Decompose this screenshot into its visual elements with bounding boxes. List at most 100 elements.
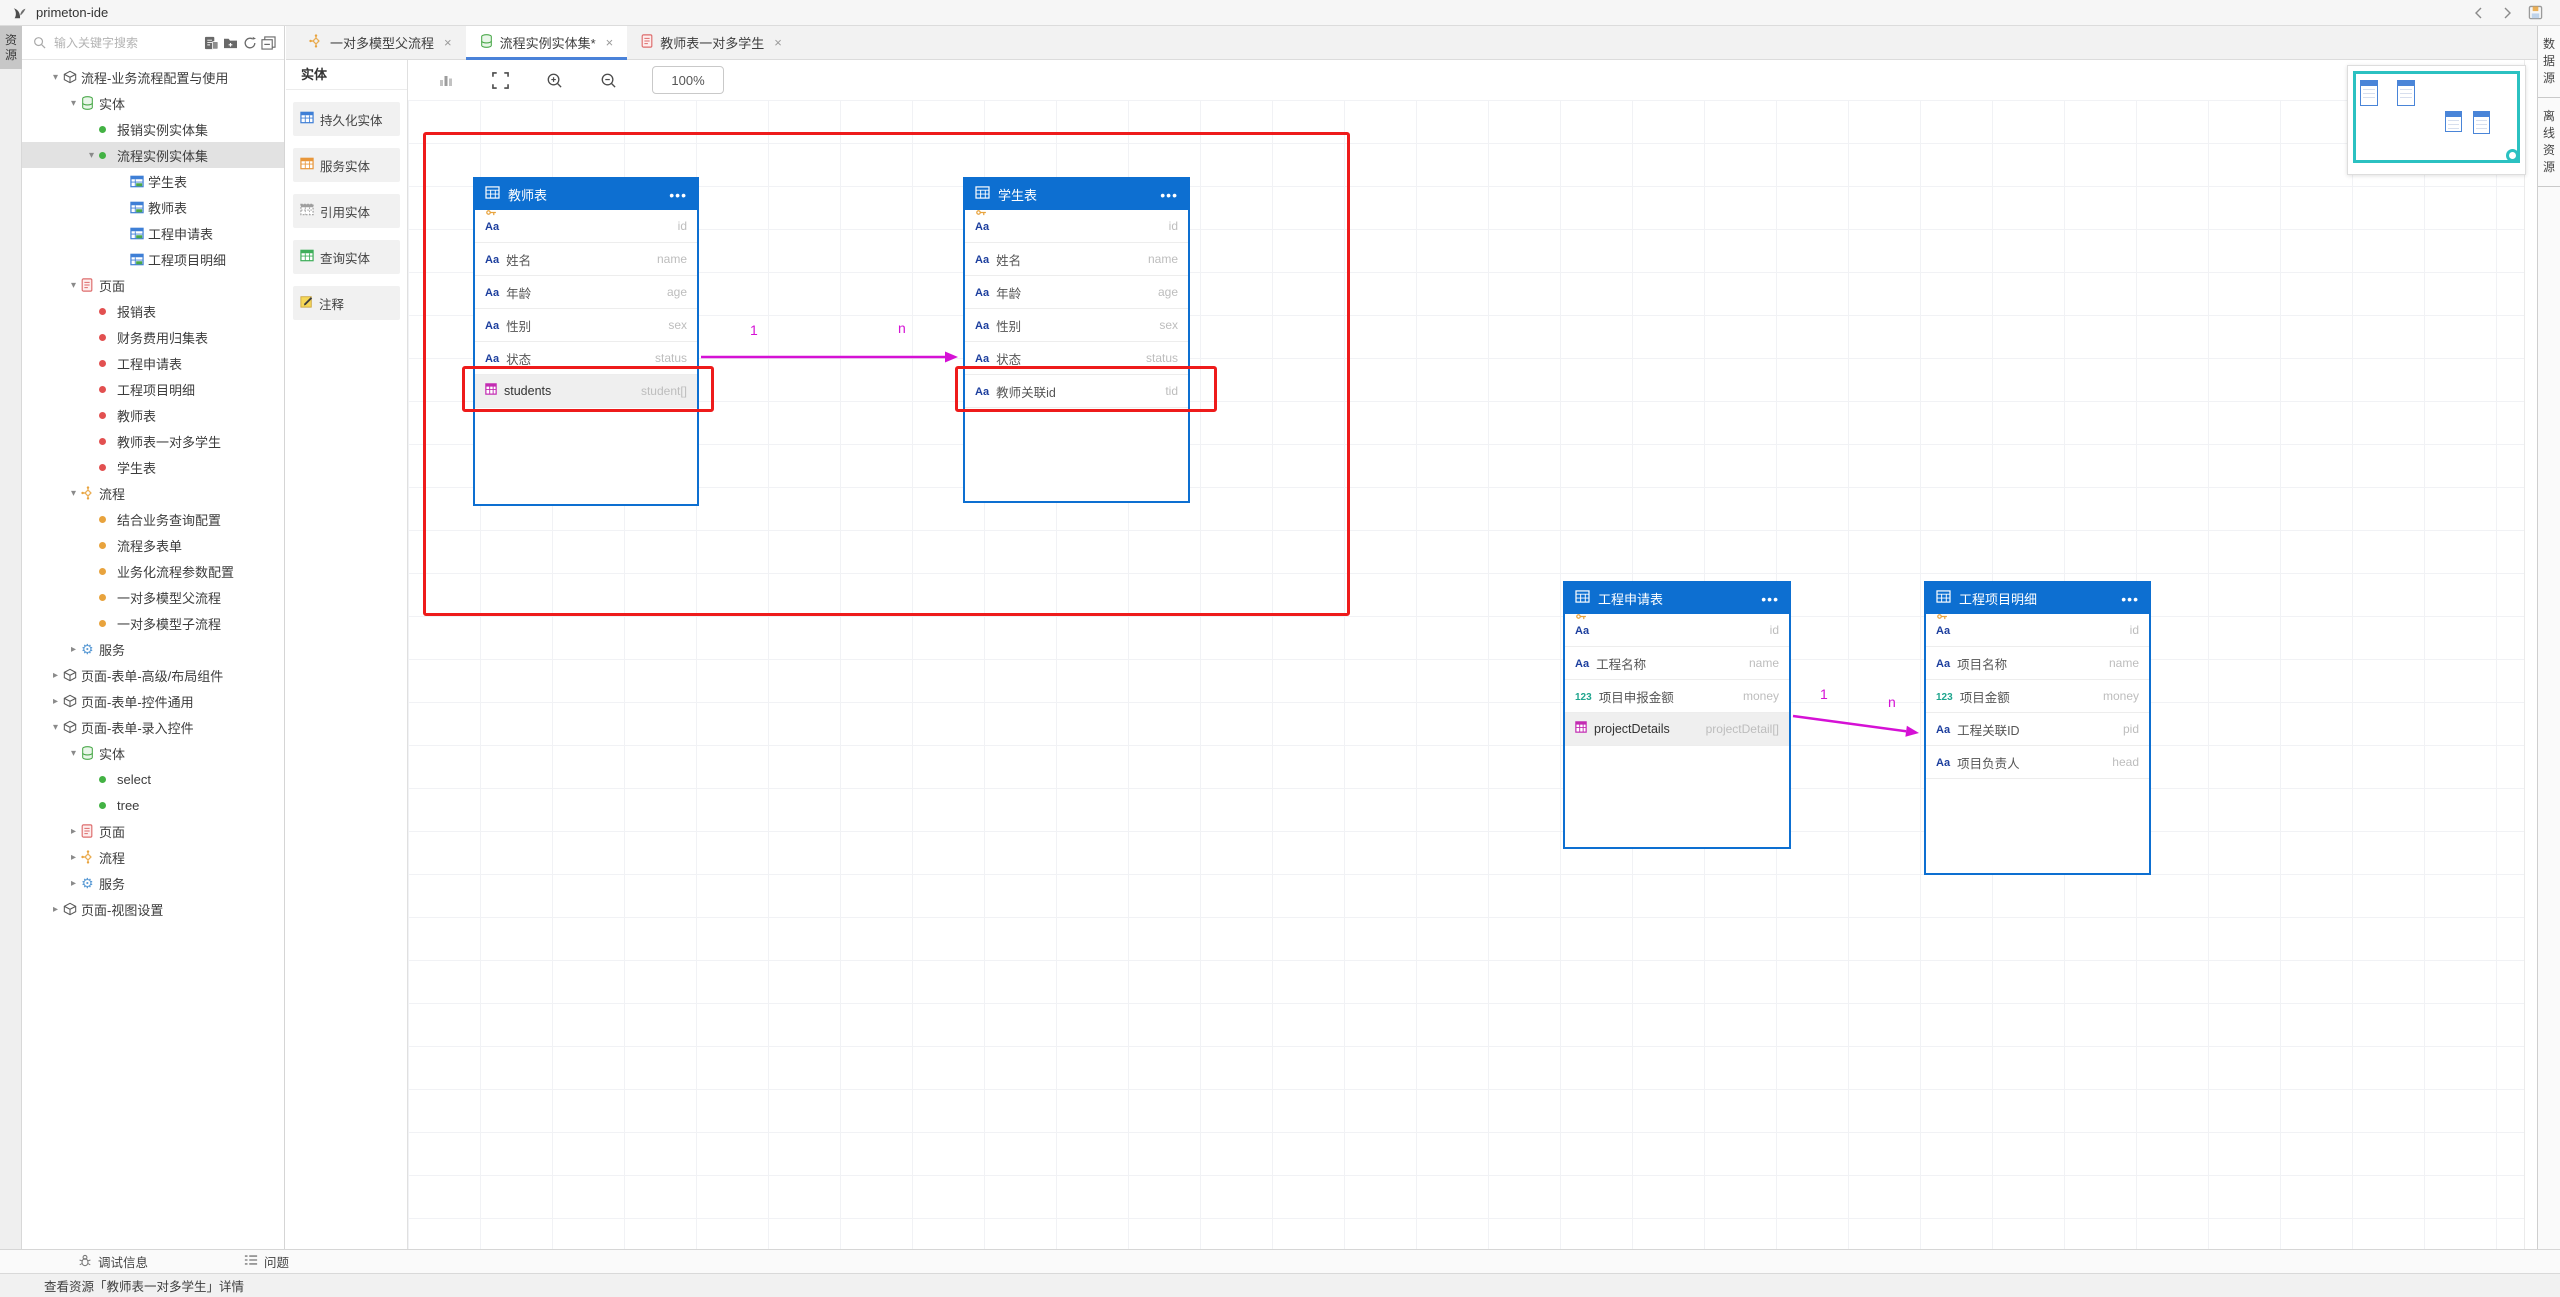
tree-item-流程多表单[interactable]: 流程多表单 <box>22 532 284 558</box>
save-layout-icon[interactable] <box>2524 4 2546 22</box>
editor-tab-一对多模型父流程[interactable]: 一对多模型父流程× <box>295 26 466 59</box>
tree-item-页面-表单-控件通用[interactable]: ▸页面-表单-控件通用 <box>22 688 284 714</box>
tree-expanded-arrow-icon[interactable]: ▾ <box>48 722 63 733</box>
debug-info-tab[interactable]: 调试信息 <box>78 1252 148 1271</box>
tree-item-页面[interactable]: ▸页面 <box>22 818 284 844</box>
tree-item-流程-业务流程配置与使用[interactable]: ▾流程-业务流程配置与使用 <box>22 64 284 90</box>
entity-field-id[interactable]: Aaid <box>1565 614 1789 647</box>
zoom-in-icon[interactable] <box>544 70 564 90</box>
tab-close-icon[interactable]: × <box>606 35 614 50</box>
entity-学生表[interactable]: 学生表•••AaidAa姓名nameAa年龄ageAa性别sexAa状态stat… <box>963 177 1190 503</box>
palette-item-注释[interactable]: 注释 <box>293 286 400 320</box>
entity-field-教师关联id[interactable]: Aa教师关联idtid <box>965 375 1188 408</box>
dock-tab-datasource[interactable]: 数据源 <box>2538 26 2560 98</box>
tree-item-教师表[interactable]: 教师表 <box>22 194 284 220</box>
fit-screen-icon[interactable] <box>490 70 510 90</box>
entity-field-id[interactable]: Aaid <box>965 210 1188 243</box>
entity-工程项目明细[interactable]: 工程项目明细•••AaidAa项目名称name123项目金额moneyAa工程关… <box>1924 581 2151 875</box>
tree-expanded-arrow-icon[interactable]: ▾ <box>48 72 63 83</box>
tree-collapsed-arrow-icon[interactable]: ▸ <box>66 644 81 655</box>
entity-field-项目金额[interactable]: 123项目金额money <box>1926 680 2149 713</box>
entity-field-性别[interactable]: Aa性别sex <box>475 309 697 342</box>
nav-forward-icon[interactable] <box>2496 4 2518 22</box>
palette-item-服务实体[interactable]: 服务实体 <box>293 148 400 182</box>
refresh-icon[interactable] <box>240 34 259 52</box>
tree-collapsed-arrow-icon[interactable]: ▸ <box>48 670 63 681</box>
tree-item-select[interactable]: select <box>22 766 284 792</box>
tree-item-页面-表单-录入控件[interactable]: ▾页面-表单-录入控件 <box>22 714 284 740</box>
entity-field-id[interactable]: Aaid <box>1926 614 2149 647</box>
editor-tab-流程实例实体集[interactable]: 流程实例实体集*× <box>466 26 628 59</box>
minimap[interactable] <box>2347 65 2526 175</box>
tree-item-结合业务查询配置[interactable]: 结合业务查询配置 <box>22 506 284 532</box>
dock-tab-resources[interactable]: 资源 <box>0 26 22 69</box>
palette-item-引用实体[interactable]: 引用实体 <box>293 194 400 228</box>
entity-field-projectDetails[interactable]: projectDetailsprojectDetail[] <box>1565 713 1789 746</box>
zoom-out-icon[interactable] <box>598 70 618 90</box>
entity-field-状态[interactable]: Aa状态status <box>475 342 697 375</box>
tree-item-报销实例实体集[interactable]: 报销实例实体集 <box>22 116 284 142</box>
entity-教师表[interactable]: 教师表•••AaidAa姓名nameAa年龄ageAa性别sexAa状态stat… <box>473 177 699 506</box>
entity-field-姓名[interactable]: Aa姓名name <box>475 243 697 276</box>
entity-field-students[interactable]: studentsstudent[] <box>475 375 697 408</box>
entity-field-id[interactable]: Aaid <box>475 210 697 243</box>
entity-menu-icon[interactable]: ••• <box>1761 595 1779 603</box>
minimap-viewport[interactable] <box>2353 71 2520 163</box>
minimap-resize-handle[interactable] <box>2506 149 2519 162</box>
tree-expanded-arrow-icon[interactable]: ▾ <box>66 280 81 291</box>
tree-expanded-arrow-icon[interactable]: ▾ <box>84 150 99 161</box>
tree-item-服务[interactable]: ▸⚙服务 <box>22 870 284 896</box>
tree-item-工程申请表[interactable]: 工程申请表 <box>22 220 284 246</box>
tree-item-实体[interactable]: ▾实体 <box>22 740 284 766</box>
problems-tab[interactable]: 问题 <box>244 1252 289 1271</box>
tree-item-流程[interactable]: ▾流程 <box>22 480 284 506</box>
collapse-all-icon[interactable] <box>259 34 278 52</box>
tree-item-一对多模型父流程[interactable]: 一对多模型父流程 <box>22 584 284 610</box>
tree-item-财务费用归集表[interactable]: 财务费用归集表 <box>22 324 284 350</box>
tree-item-学生表[interactable]: 学生表 <box>22 454 284 480</box>
entity-field-年龄[interactable]: Aa年龄age <box>475 276 697 309</box>
entity-menu-icon[interactable]: ••• <box>2121 595 2139 603</box>
tab-close-icon[interactable]: × <box>774 35 782 50</box>
tree-item-工程项目明细[interactable]: 工程项目明细 <box>22 246 284 272</box>
tree-item-教师表[interactable]: 教师表 <box>22 402 284 428</box>
entity-field-状态[interactable]: Aa状态status <box>965 342 1188 375</box>
tree-collapsed-arrow-icon[interactable]: ▸ <box>48 696 63 707</box>
search-input[interactable] <box>52 35 202 51</box>
nav-back-icon[interactable] <box>2468 4 2490 22</box>
entity-工程申请表[interactable]: 工程申请表•••AaidAa工程名称name123项目申报金额moneyproj… <box>1563 581 1791 849</box>
palette-item-查询实体[interactable]: 查询实体 <box>293 240 400 274</box>
entity-menu-icon[interactable]: ••• <box>669 191 687 199</box>
tree-item-页面-表单-高级/布局组件[interactable]: ▸页面-表单-高级/布局组件 <box>22 662 284 688</box>
tree-item-流程实例实体集[interactable]: ▾流程实例实体集 <box>22 142 284 168</box>
tree-collapsed-arrow-icon[interactable]: ▸ <box>66 878 81 889</box>
tree-item-工程项目明细[interactable]: 工程项目明细 <box>22 376 284 402</box>
zoom-level[interactable]: 100% <box>652 66 724 94</box>
entity-menu-icon[interactable]: ••• <box>1160 191 1178 199</box>
tree-collapsed-arrow-icon[interactable]: ▸ <box>48 904 63 915</box>
tree-item-教师表一对多学生[interactable]: 教师表一对多学生 <box>22 428 284 454</box>
tab-close-icon[interactable]: × <box>444 35 452 50</box>
tree-expanded-arrow-icon[interactable]: ▾ <box>66 98 81 109</box>
tree-item-实体[interactable]: ▾实体 <box>22 90 284 116</box>
tree-item-学生表[interactable]: 学生表 <box>22 168 284 194</box>
tree-item-流程[interactable]: ▸流程 <box>22 844 284 870</box>
tree-expanded-arrow-icon[interactable]: ▾ <box>66 488 81 499</box>
entity-field-项目负责人[interactable]: Aa项目负责人head <box>1926 746 2149 779</box>
tree-item-工程申请表[interactable]: 工程申请表 <box>22 350 284 376</box>
tree-expanded-arrow-icon[interactable]: ▾ <box>66 748 81 759</box>
dock-tab-offline-resources[interactable]: 离线资源 <box>2538 98 2560 187</box>
tree-item-页面[interactable]: ▾页面 <box>22 272 284 298</box>
tree-item-服务[interactable]: ▸⚙服务 <box>22 636 284 662</box>
tree-collapsed-arrow-icon[interactable]: ▸ <box>66 826 81 837</box>
folder-plus-icon[interactable] <box>221 34 240 52</box>
diagram-canvas[interactable] <box>408 100 2524 1249</box>
entity-field-工程关联ID[interactable]: Aa工程关联IDpid <box>1926 713 2149 746</box>
tree-item-tree[interactable]: tree <box>22 792 284 818</box>
entity-field-姓名[interactable]: Aa姓名name <box>965 243 1188 276</box>
tree-item-页面-视图设置[interactable]: ▸页面-视图设置 <box>22 896 284 922</box>
entity-field-项目名称[interactable]: Aa项目名称name <box>1926 647 2149 680</box>
bar-chart-icon[interactable] <box>436 70 456 90</box>
canvas-scrollbar-track[interactable] <box>2524 60 2537 1249</box>
tree-item-报销表[interactable]: 报销表 <box>22 298 284 324</box>
